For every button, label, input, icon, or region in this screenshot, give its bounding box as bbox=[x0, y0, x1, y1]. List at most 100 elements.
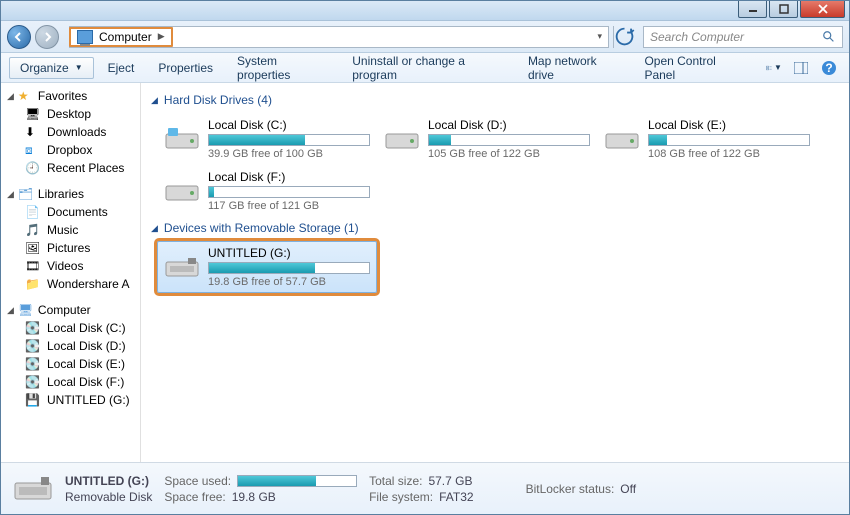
drive-g[interactable]: UNTITLED (G:) 19.8 GB free of 57.7 GB bbox=[157, 241, 377, 293]
hdd-icon bbox=[384, 121, 420, 157]
sidebar-item-recent[interactable]: 🕘Recent Places bbox=[1, 159, 140, 177]
total-size-value: 57.7 GB bbox=[428, 474, 472, 488]
pictures-icon: 🖼 bbox=[25, 241, 41, 255]
titlebar bbox=[1, 1, 849, 21]
drive-free-text: 19.8 GB free of 57.7 GB bbox=[208, 276, 370, 288]
hdd-icon bbox=[164, 121, 200, 157]
sidebar-item-drive-e[interactable]: 💽Local Disk (E:) bbox=[1, 355, 140, 373]
drive-free-text: 39.9 GB free of 100 GB bbox=[208, 148, 370, 160]
bitlocker-value: Off bbox=[620, 482, 636, 496]
drive-free-text: 105 GB free of 122 GB bbox=[428, 148, 590, 160]
hdd-drives: Local Disk (C:) 39.9 GB free of 100 GB Lo… bbox=[157, 113, 839, 217]
sidebar-item-dropbox[interactable]: ⧈Dropbox bbox=[1, 141, 140, 159]
recent-icon: 🕘 bbox=[25, 161, 41, 175]
control-panel-button[interactable]: Open Control Panel bbox=[634, 57, 753, 79]
sidebar-libraries-header[interactable]: ◢🗂Libraries bbox=[1, 185, 140, 203]
drive-f[interactable]: Local Disk (F:)117 GB free of 121 GB bbox=[157, 165, 377, 217]
search-placeholder: Search Computer bbox=[650, 30, 822, 44]
drive-name: Local Disk (E:) bbox=[648, 118, 810, 132]
sidebar-item-drive-d[interactable]: 💽Local Disk (D:) bbox=[1, 337, 140, 355]
hdd-icon bbox=[164, 173, 200, 209]
removable-icon: 💾 bbox=[25, 393, 41, 407]
music-icon: 🎵 bbox=[25, 223, 41, 237]
space-free-label: Space free: bbox=[164, 490, 225, 504]
hdd-icon: 💽 bbox=[25, 375, 41, 389]
desktop-icon: 🖥 bbox=[25, 107, 41, 121]
back-button[interactable] bbox=[7, 25, 31, 49]
sidebar-item-drive-c[interactable]: 💽Local Disk (C:) bbox=[1, 319, 140, 337]
space-used-label: Space used: bbox=[164, 474, 231, 488]
sidebar-item-desktop[interactable]: 🖥Desktop bbox=[1, 105, 140, 123]
search-icon bbox=[822, 30, 836, 44]
sidebar-computer-header[interactable]: ◢🖥Computer bbox=[1, 301, 140, 319]
maximize-button[interactable] bbox=[769, 1, 798, 18]
videos-icon: 🎞 bbox=[25, 259, 41, 273]
sidebar-item-documents[interactable]: 📄Documents bbox=[1, 203, 140, 221]
details-title: UNTITLED (G:) bbox=[65, 474, 149, 488]
drive-free-text: 117 GB free of 121 GB bbox=[208, 200, 370, 212]
body: ◢★Favorites 🖥Desktop ⬇Downloads ⧈Dropbox… bbox=[1, 83, 849, 462]
sidebar: ◢★Favorites 🖥Desktop ⬇Downloads ⧈Dropbox… bbox=[1, 83, 141, 462]
sidebar-item-drive-f[interactable]: 💽Local Disk (F:) bbox=[1, 373, 140, 391]
breadcrumb[interactable]: Computer ▶ bbox=[69, 27, 173, 47]
eject-button[interactable]: Eject bbox=[98, 57, 145, 79]
toolbar: Organize▼ Eject Properties System proper… bbox=[1, 53, 849, 83]
folder-icon: 📁 bbox=[25, 277, 41, 291]
dropbox-icon: ⧈ bbox=[25, 143, 41, 157]
chevron-right-icon: ▶ bbox=[158, 31, 165, 42]
star-icon: ★ bbox=[18, 89, 34, 103]
drive-c[interactable]: Local Disk (C:) 39.9 GB free of 100 GB bbox=[157, 113, 377, 165]
sidebar-item-videos[interactable]: 🎞Videos bbox=[1, 257, 140, 275]
explorer-window: Computer ▶ ▾ Search Computer Organize▼ E… bbox=[0, 0, 850, 515]
sidebar-item-downloads[interactable]: ⬇Downloads bbox=[1, 123, 140, 141]
removable-drives: UNTITLED (G:) 19.8 GB free of 57.7 GB bbox=[157, 241, 839, 293]
section-removable-header[interactable]: ◢Devices with Removable Storage (1) bbox=[151, 221, 839, 235]
view-options-button[interactable]: ▼ bbox=[762, 57, 786, 79]
drive-free-text: 108 GB free of 122 GB bbox=[648, 148, 810, 160]
drive-d[interactable]: Local Disk (D:) 105 GB free of 122 GB bbox=[377, 113, 597, 165]
drive-name: Local Disk (D:) bbox=[428, 118, 590, 132]
details-pane: UNTITLED (G:) Removable Disk Space used:… bbox=[1, 462, 849, 514]
address-bar[interactable]: Computer ▶ ▾ bbox=[69, 26, 609, 48]
forward-button[interactable] bbox=[35, 25, 59, 49]
computer-icon bbox=[77, 30, 93, 44]
total-size-label: Total size: bbox=[369, 474, 422, 488]
section-hdd-header[interactable]: ◢Hard Disk Drives (4) bbox=[151, 93, 839, 107]
minimize-button[interactable] bbox=[738, 1, 767, 18]
sidebar-item-wondershare[interactable]: 📁Wondershare A bbox=[1, 275, 140, 293]
drive-name: UNTITLED (G:) bbox=[208, 246, 370, 260]
filesystem-label: File system: bbox=[369, 490, 433, 504]
organize-button[interactable]: Organize▼ bbox=[9, 57, 94, 79]
documents-icon: 📄 bbox=[25, 205, 41, 219]
sidebar-favorites-header[interactable]: ◢★Favorites bbox=[1, 87, 140, 105]
removable-icon bbox=[13, 471, 53, 507]
sidebar-item-music[interactable]: 🎵Music bbox=[1, 221, 140, 239]
hdd-icon: 💽 bbox=[25, 339, 41, 353]
sidebar-item-pictures[interactable]: 🖼Pictures bbox=[1, 239, 140, 257]
system-properties-button[interactable]: System properties bbox=[227, 57, 338, 79]
hdd-icon: 💽 bbox=[25, 321, 41, 335]
downloads-icon: ⬇ bbox=[25, 125, 41, 139]
drive-name: Local Disk (C:) bbox=[208, 118, 370, 132]
sidebar-item-drive-g[interactable]: 💾UNTITLED (G:) bbox=[1, 391, 140, 409]
details-subtitle: Removable Disk bbox=[65, 490, 152, 504]
properties-button[interactable]: Properties bbox=[148, 57, 223, 79]
uninstall-button[interactable]: Uninstall or change a program bbox=[342, 57, 514, 79]
breadcrumb-location: Computer bbox=[99, 30, 152, 44]
help-button[interactable]: ? bbox=[817, 57, 841, 79]
content-pane: ◢Hard Disk Drives (4) Local Disk (C:) 39.… bbox=[141, 83, 849, 462]
search-input[interactable]: Search Computer bbox=[643, 26, 843, 48]
space-used-bar bbox=[237, 475, 357, 487]
hdd-icon bbox=[604, 121, 640, 157]
drive-e[interactable]: Local Disk (E:) 108 GB free of 122 GB bbox=[597, 113, 817, 165]
nav-bar: Computer ▶ ▾ Search Computer bbox=[1, 21, 849, 53]
bitlocker-label: BitLocker status: bbox=[526, 482, 615, 496]
dropdown-arrow-icon[interactable]: ▾ bbox=[591, 31, 608, 42]
map-drive-button[interactable]: Map network drive bbox=[518, 57, 631, 79]
computer-icon: 🖥 bbox=[18, 303, 34, 317]
preview-pane-button[interactable] bbox=[790, 57, 813, 79]
svg-text:?: ? bbox=[825, 61, 832, 75]
close-button[interactable] bbox=[800, 1, 845, 18]
refresh-button[interactable] bbox=[613, 26, 635, 48]
removable-icon bbox=[164, 249, 200, 285]
